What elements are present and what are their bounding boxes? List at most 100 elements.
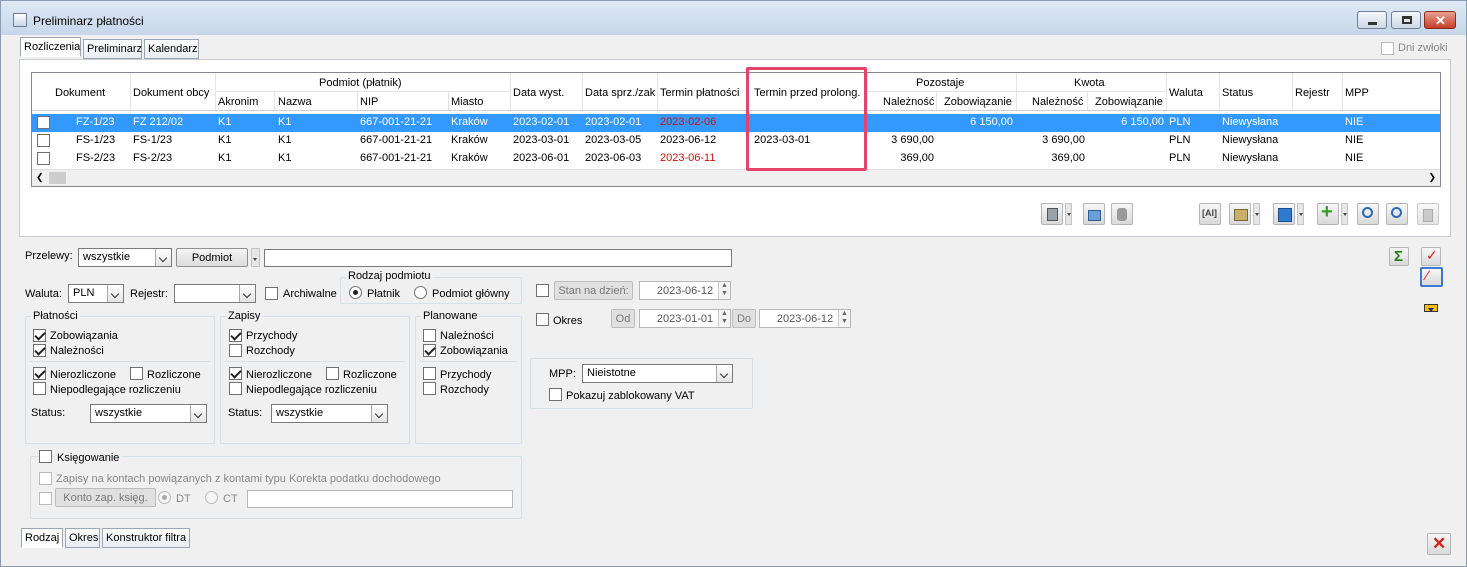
dni-zwloki-checkbox[interactable] [1381, 42, 1394, 55]
preview-button[interactable] [1386, 203, 1408, 225]
tab-preliminarz[interactable]: Preliminarz [83, 39, 142, 59]
zapisy-rozliczone-checkbox[interactable] [326, 367, 339, 380]
podmiot-dropdown[interactable] [251, 248, 260, 267]
close-window-button[interactable]: ✕ [1424, 11, 1456, 29]
touch-button[interactable] [1111, 203, 1133, 225]
maximize-button[interactable] [1391, 11, 1421, 29]
clear-filter-button[interactable]: ⁄ [1420, 267, 1443, 287]
tab-konstruktor-filtra[interactable]: Konstruktor filtra [102, 528, 190, 548]
naleznosci-checkbox[interactable] [33, 344, 46, 357]
ct-radio[interactable] [205, 491, 218, 504]
niepodlegajace-checkbox[interactable] [33, 382, 46, 395]
collapse-filter-icon[interactable] [1424, 304, 1438, 312]
document-view-dropdown[interactable] [1065, 203, 1072, 225]
zapisy-nierozliczone-checkbox[interactable] [229, 367, 242, 380]
payment-button[interactable] [1229, 203, 1251, 225]
od-date-input[interactable]: 2023-01-01 ▲ ▼ [639, 309, 731, 328]
spin-icon[interactable]: ▲ ▼ [838, 310, 850, 327]
search-button[interactable] [1357, 203, 1379, 225]
status-select[interactable]: wszystkie [90, 404, 207, 423]
zobowiazania-checkbox[interactable] [33, 329, 46, 342]
pokazuj-vat-checkbox[interactable] [549, 388, 562, 401]
konto-input[interactable] [247, 490, 513, 508]
col-rejestr[interactable]: Rejestr [1295, 87, 1330, 99]
col-mpp[interactable]: MPP [1345, 87, 1369, 99]
archiwalne-checkbox[interactable] [265, 287, 278, 300]
planowane-naleznosci-checkbox[interactable] [423, 329, 436, 342]
document-view-button[interactable] [1041, 203, 1063, 225]
table-row[interactable]: FZ-1/23 FZ 212/02 K1 K1 667-001-21-21 Kraków 2… [32, 114, 1440, 132]
table-row[interactable]: FS-1/23 FS-1/23 K1 K1 667-001-21-21 Kraków 202… [32, 132, 1440, 150]
waluta-select[interactable]: PLN [68, 284, 124, 303]
przelewy-select[interactable]: wszystkie [78, 248, 172, 267]
rejestr-select[interactable] [174, 284, 256, 303]
tab-rozliczenia[interactable]: Rozliczenia [20, 37, 81, 57]
planowane-zobowiazania-checkbox[interactable] [423, 344, 436, 357]
spin-icon[interactable]: ▲ ▼ [718, 310, 730, 327]
zapisy-status-select[interactable]: wszystkie [271, 404, 388, 423]
row-checkbox[interactable] [37, 134, 50, 147]
table-row[interactable]: FS-2/23 FS-2/23 K1 K1 667-001-21-21 Kraków 202… [32, 150, 1440, 168]
platnik-radio[interactable] [349, 286, 362, 299]
nierozliczone-checkbox[interactable] [33, 367, 46, 380]
mpp-select[interactable]: Nieistotne [582, 364, 733, 383]
col-termin-przed-prolong[interactable]: Termin przed prolong. [754, 87, 860, 99]
col-kwota[interactable]: Kwota [1074, 77, 1105, 89]
zapisy-na-kontach-checkbox[interactable] [39, 472, 52, 485]
horizontal-scrollbar[interactable]: ❮ ❯ [32, 169, 1440, 186]
spin-icon[interactable]: ▲ ▼ [718, 282, 730, 299]
stan-na-dzien-button[interactable]: Stan na dzień: [554, 281, 633, 300]
col-nip[interactable]: NIP [360, 96, 378, 108]
col-kwota-zobowiazanie[interactable]: Zobowiązanie [1095, 96, 1163, 108]
scroll-thumb[interactable] [49, 172, 66, 184]
col-waluta[interactable]: Waluta [1169, 87, 1203, 99]
ai-button[interactable]: [AI] [1199, 203, 1221, 225]
col-nazwa[interactable]: Nazwa [278, 96, 312, 108]
do-date-input[interactable]: 2023-06-12 ▲ ▼ [759, 309, 851, 328]
add-button[interactable]: + [1317, 201, 1339, 225]
scroll-left-icon[interactable]: ❮ [36, 172, 44, 183]
col-akronim[interactable]: Akronim [218, 96, 258, 108]
row-checkbox[interactable] [37, 116, 50, 129]
konto-zap-ksieg-button[interactable]: Konto zap. księg. [55, 488, 156, 507]
row-checkbox[interactable] [37, 152, 50, 165]
tab-okres[interactable]: Okres [65, 528, 100, 548]
apply-filter-button[interactable]: ✓ [1421, 247, 1441, 266]
col-data-sprz[interactable]: Data sprz./zak [585, 87, 655, 99]
scroll-right-icon[interactable]: ❯ [1428, 172, 1436, 183]
col-dokument-obcy[interactable]: Dokument obcy [133, 87, 209, 99]
transfer-dropdown[interactable] [1297, 203, 1304, 225]
okres-checkbox[interactable] [536, 313, 549, 326]
close-button[interactable]: ✕ [1427, 533, 1451, 555]
col-miasto[interactable]: Miasto [451, 96, 483, 108]
stan-date-input[interactable]: 2023-06-12 ▲ ▼ [639, 281, 731, 300]
transfer-button[interactable] [1273, 203, 1295, 225]
documents-grid[interactable]: Dokument Dokument obcy Podmiot (płatnik)… [31, 72, 1441, 187]
do-button[interactable]: Do [732, 309, 756, 328]
minimize-button[interactable] [1357, 11, 1387, 29]
payment-dropdown[interactable] [1253, 203, 1260, 225]
podmiot-button[interactable]: Podmiot [176, 248, 248, 267]
rozchody-checkbox[interactable] [229, 344, 242, 357]
col-kwota-naleznosc[interactable]: Należność [1032, 96, 1083, 108]
export-button[interactable] [1083, 203, 1105, 225]
delete-button[interactable] [1417, 203, 1439, 225]
col-termin-platnosci[interactable]: Termin płatności [660, 87, 739, 99]
od-button[interactable]: Od [611, 309, 635, 328]
sum-button[interactable]: Σ [1389, 247, 1409, 266]
podmiot-input[interactable] [264, 249, 732, 267]
stan-na-dzien-checkbox[interactable] [536, 284, 549, 297]
ksiegowanie-checkbox[interactable] [39, 450, 52, 463]
podmiot-glowny-radio[interactable] [414, 286, 427, 299]
zapisy-niepodlegajace-checkbox[interactable] [229, 382, 242, 395]
tab-kalendarz[interactable]: Kalendarz [144, 39, 199, 59]
col-dokument[interactable]: Dokument [55, 87, 105, 99]
konto-checkbox[interactable] [39, 492, 52, 505]
col-pozostaje-naleznosc[interactable]: Należność [883, 96, 934, 108]
przychody-checkbox[interactable] [229, 329, 242, 342]
planowane-przychody-checkbox[interactable] [423, 367, 436, 380]
add-dropdown[interactable] [1341, 203, 1348, 225]
col-data-wyst[interactable]: Data wyst. [513, 87, 564, 99]
rozliczone-checkbox[interactable] [130, 367, 143, 380]
planowane-rozchody-checkbox[interactable] [423, 382, 436, 395]
